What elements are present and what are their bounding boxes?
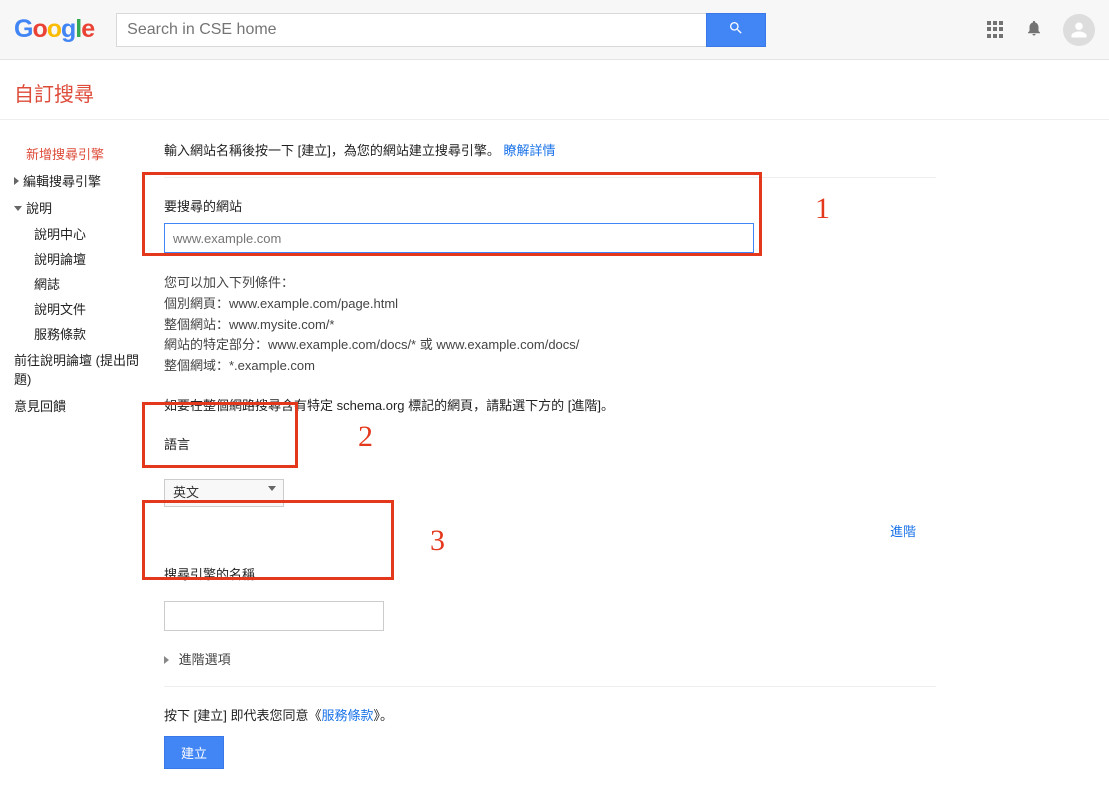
- annotation-num-3: 3: [430, 524, 445, 558]
- condition-1: 整個網站：www.mysite.com/*: [164, 315, 936, 336]
- schema-note: 如要在整個網路搜尋含有特定 schema.org 標記的網頁，請點選下方的 [進…: [164, 395, 936, 414]
- header-search: [116, 13, 766, 47]
- name-input[interactable]: [164, 601, 384, 631]
- annotation-num-1: 1: [815, 192, 830, 226]
- search-button[interactable]: [706, 13, 766, 47]
- intro: 輸入網站名稱後按一下 [建立]，為您的網站建立搜尋引擎。 瞭解詳情: [164, 140, 936, 159]
- page-title: 自訂搜尋: [0, 60, 1109, 120]
- sidebar-forum[interactable]: 前往說明論壇 (提出問題): [8, 346, 150, 392]
- sidebar-feedback[interactable]: 意見回饋: [8, 392, 150, 419]
- condition-2: 網站的特定部分：www.example.com/docs/* 或 www.exa…: [164, 335, 936, 356]
- sidebar-help-forum[interactable]: 說明論壇: [34, 246, 150, 271]
- language-label: 語言: [164, 434, 936, 453]
- create-button[interactable]: 建立: [164, 736, 224, 769]
- tos-link[interactable]: 服務條款: [321, 708, 373, 723]
- sidebar-docs[interactable]: 說明文件: [34, 296, 150, 321]
- conditions-block: 您可以加入下列條件： 個別網頁：www.example.com/page.htm…: [164, 273, 936, 377]
- condition-3: 整個網域：*.example.com: [164, 356, 936, 377]
- header-right: [987, 14, 1095, 46]
- main: 輸入網站名稱後按一下 [建立]，為您的網站建立搜尋引擎。 瞭解詳情 要搜尋的網站…: [150, 120, 950, 789]
- condition-0: 個別網頁：www.example.com/page.html: [164, 294, 936, 315]
- learn-more-link[interactable]: 瞭解詳情: [503, 143, 555, 158]
- sidebar-help-center[interactable]: 說明中心: [34, 221, 150, 246]
- intro-text: 輸入網站名稱後按一下 [建立]，為您的網站建立搜尋引擎。: [164, 143, 500, 158]
- conditions-intro: 您可以加入下列條件：: [164, 273, 936, 294]
- tos-line: 按下 [建立] 即代表您同意《服務條款》。: [164, 705, 936, 724]
- header: Google: [0, 0, 1109, 60]
- apps-icon[interactable]: [987, 21, 1005, 39]
- google-logo[interactable]: Google: [14, 15, 94, 44]
- language-select[interactable]: 英文: [164, 479, 284, 507]
- advanced-options-toggle[interactable]: 進階選項: [164, 649, 936, 668]
- sidebar-help[interactable]: 說明: [8, 194, 150, 221]
- sidebar-blog[interactable]: 網誌: [34, 271, 150, 296]
- notifications-icon[interactable]: [1025, 19, 1043, 40]
- sidebar-edit-engine[interactable]: 編輯搜尋引擎: [8, 167, 150, 194]
- sidebar: 新增搜尋引擎 編輯搜尋引擎 說明 說明中心 說明論壇 網誌 說明文件 服務條款 …: [0, 120, 150, 789]
- avatar[interactable]: [1063, 14, 1095, 46]
- search-input[interactable]: [116, 13, 706, 47]
- annotation-num-2: 2: [358, 420, 373, 454]
- sites-input[interactable]: [164, 223, 754, 253]
- advanced-link[interactable]: 進階: [890, 521, 916, 540]
- sidebar-new-engine[interactable]: 新增搜尋引擎: [8, 140, 150, 167]
- search-icon: [728, 20, 744, 39]
- sidebar-tos[interactable]: 服務條款: [34, 321, 150, 346]
- name-label: 搜尋引擎的名稱: [164, 564, 936, 583]
